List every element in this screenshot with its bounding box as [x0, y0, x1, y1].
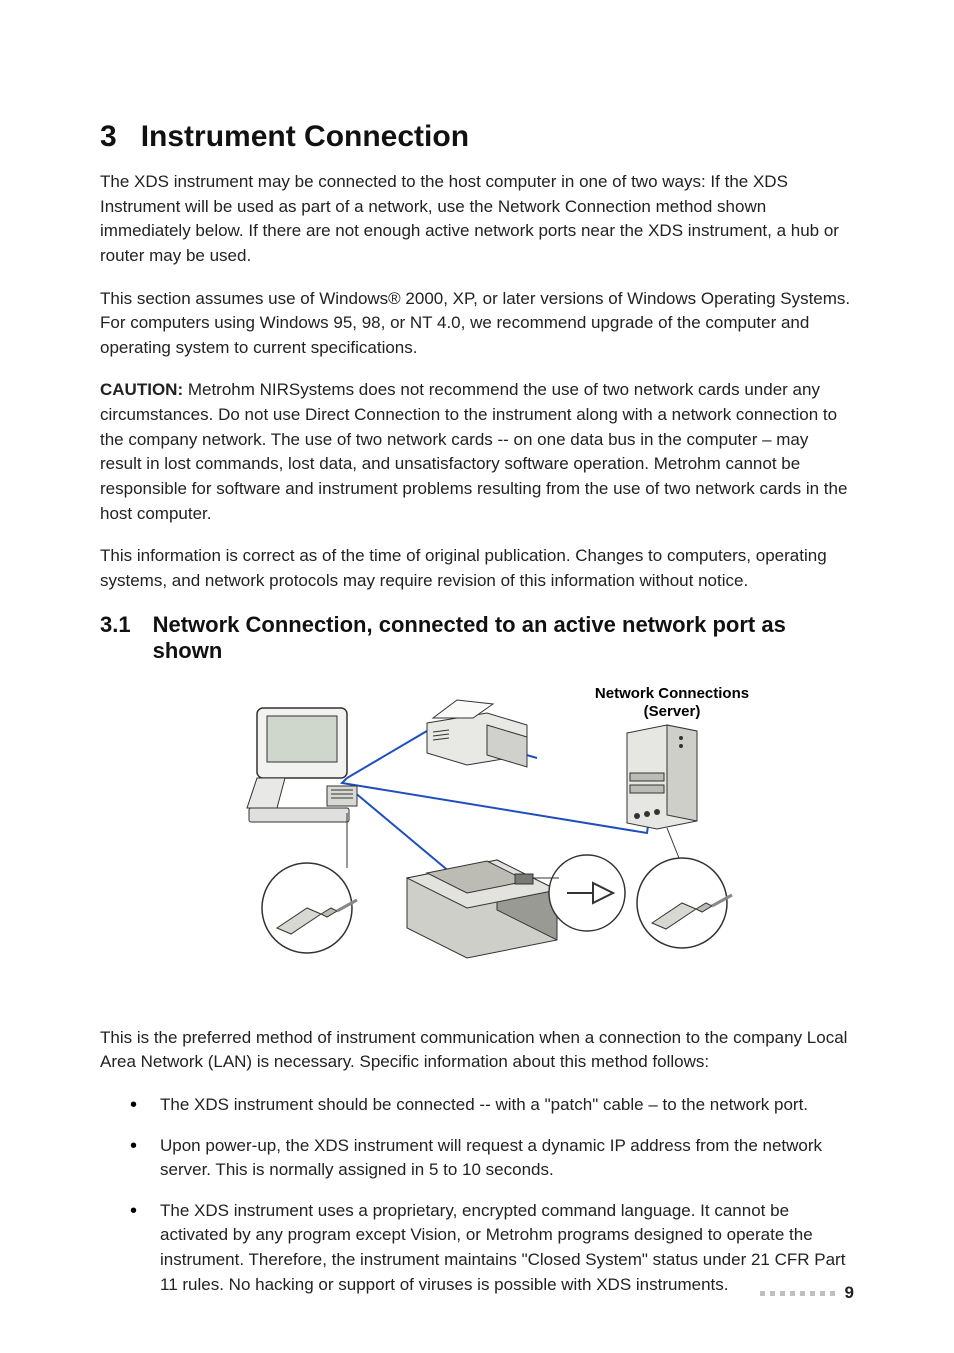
printer-icon	[427, 700, 527, 767]
network-diagram-figure: Network Connections (Server)	[100, 678, 854, 998]
paragraph-4: This information is correct as of the ti…	[100, 544, 854, 593]
section-title-text: Instrument Connection	[141, 120, 469, 153]
document-page: 3 Instrument Connection The XDS instrumen…	[0, 0, 954, 1353]
network-diagram-svg: Network Connections (Server)	[197, 678, 757, 998]
section-heading: 3 Instrument Connection	[100, 120, 854, 154]
page-footer: 9	[760, 1283, 854, 1303]
list-item: The XDS instrument should be connected -…	[130, 1093, 854, 1118]
after-figure-intro: This is the preferred method of instrume…	[100, 1026, 854, 1075]
caution-label: CAUTION:	[100, 380, 183, 399]
section-number: 3	[100, 120, 117, 154]
figure-label-line2: (Server)	[644, 703, 701, 720]
paragraph-1: The XDS instrument may be connected to t…	[100, 170, 854, 269]
bullet-list: The XDS instrument should be connected -…	[100, 1093, 854, 1297]
paragraph-2: This section assumes use of Windows® 200…	[100, 287, 854, 361]
figure-label-line1: Network Connections	[595, 685, 749, 702]
page-number: 9	[845, 1283, 854, 1303]
connector-callout-right	[637, 828, 732, 948]
subsection-heading: 3.1 Network Connection, connected to an …	[100, 612, 854, 664]
list-item: The XDS instrument uses a proprietary, e…	[130, 1199, 854, 1298]
paragraph-caution: CAUTION: Metrohm NIRSystems does not rec…	[100, 378, 854, 526]
subsection-number: 3.1	[100, 612, 131, 664]
connector-callout-left	[262, 813, 357, 953]
subsection-title-text: Network Connection, connected to an acti…	[153, 612, 854, 664]
list-item: Upon power-up, the XDS instrument will r…	[130, 1134, 854, 1183]
instrument-icon	[407, 860, 557, 958]
server-icon	[627, 725, 697, 829]
footer-dots-icon	[760, 1291, 835, 1296]
caution-text: Metrohm NIRSystems does not recommend th…	[100, 380, 847, 522]
computer-icon	[247, 708, 357, 822]
